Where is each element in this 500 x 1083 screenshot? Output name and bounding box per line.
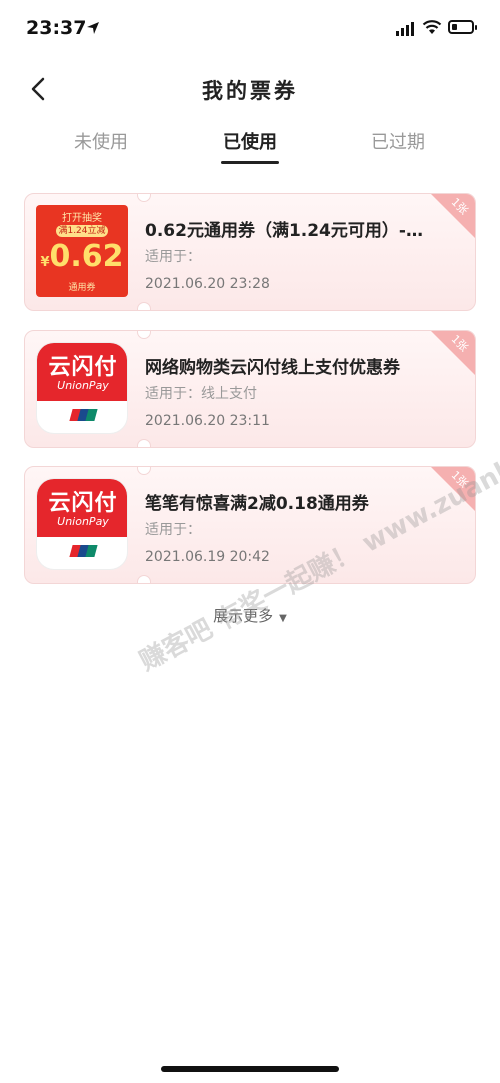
- status-bar: 23:37: [0, 0, 500, 60]
- ticket-notch: [137, 194, 151, 202]
- coupon-date: 2021.06.20 23:11: [145, 413, 270, 429]
- thumb-text: 满1.24立减: [56, 225, 108, 237]
- coupon-thumbnail: 打开抽奖 满1.24立减 ¥0.62 通用券: [36, 205, 128, 297]
- ticket-notch: [137, 331, 151, 339]
- battery-icon: [448, 20, 477, 34]
- tab-label: 未使用: [74, 132, 128, 153]
- tab-unused[interactable]: 未使用: [41, 128, 161, 154]
- unionpay-flag-icon: [69, 409, 98, 421]
- logo-text-en: UnionPay: [57, 379, 109, 392]
- cellular-signal-icon: [396, 22, 414, 36]
- coupon-title: 网络购物类云闪付线上支付优惠券: [145, 358, 400, 378]
- coupon-applies-to: 适用于：线上支付: [145, 386, 257, 402]
- unionpay-logo-icon: 云闪付 UnionPay: [36, 478, 128, 570]
- tab-used[interactable]: 已使用: [190, 128, 310, 164]
- yen-symbol: ¥: [40, 255, 50, 270]
- logo-text-cn: 云闪付: [48, 355, 118, 380]
- thumb-text: 打开抽奖: [62, 213, 102, 224]
- coupon-applies-to: 适用于：: [145, 522, 201, 538]
- active-tab-indicator: [221, 161, 279, 164]
- tab-label: 已使用: [223, 132, 277, 153]
- unionpay-logo-icon: 云闪付 UnionPay: [36, 342, 128, 434]
- unionpay-flag-icon: [69, 545, 98, 557]
- thumb-amount-value: 0.62: [49, 239, 124, 274]
- status-time: 23:37: [26, 17, 87, 39]
- ticket-notch: [137, 467, 151, 475]
- tab-bar: 未使用 已使用 已过期: [0, 128, 500, 168]
- coupon-title: 0.62元通用券（满1.24元可用）-…: [145, 221, 423, 241]
- caret-down-icon: ▼: [279, 613, 287, 624]
- thumb-text: 通用券: [68, 283, 96, 293]
- ticket-notch: [137, 302, 151, 310]
- wifi-icon: [422, 20, 442, 34]
- coupon-card[interactable]: 打开抽奖 满1.24立减 ¥0.62 通用券 0.62元通用券（满1.24元可用…: [24, 193, 476, 311]
- logo-text-cn: 云闪付: [48, 491, 118, 516]
- coupon-date: 2021.06.19 20:42: [145, 549, 270, 565]
- location-arrow-icon: [87, 22, 99, 34]
- ticket-notch: [137, 575, 151, 583]
- home-indicator: [161, 1066, 339, 1072]
- logo-text-en: UnionPay: [57, 515, 109, 528]
- tab-expired[interactable]: 已过期: [338, 128, 458, 154]
- coupon-card[interactable]: 云闪付 UnionPay 网络购物类云闪付线上支付优惠券 适用于：线上支付 20…: [24, 330, 476, 448]
- thumb-amount: ¥0.62: [36, 239, 128, 274]
- page-title: 我的票券: [202, 79, 298, 103]
- coupon-applies-to: 适用于：: [145, 249, 201, 265]
- coupon-date: 2021.06.20 23:28: [145, 276, 270, 292]
- tab-label: 已过期: [371, 132, 425, 153]
- ticket-notch: [137, 439, 151, 447]
